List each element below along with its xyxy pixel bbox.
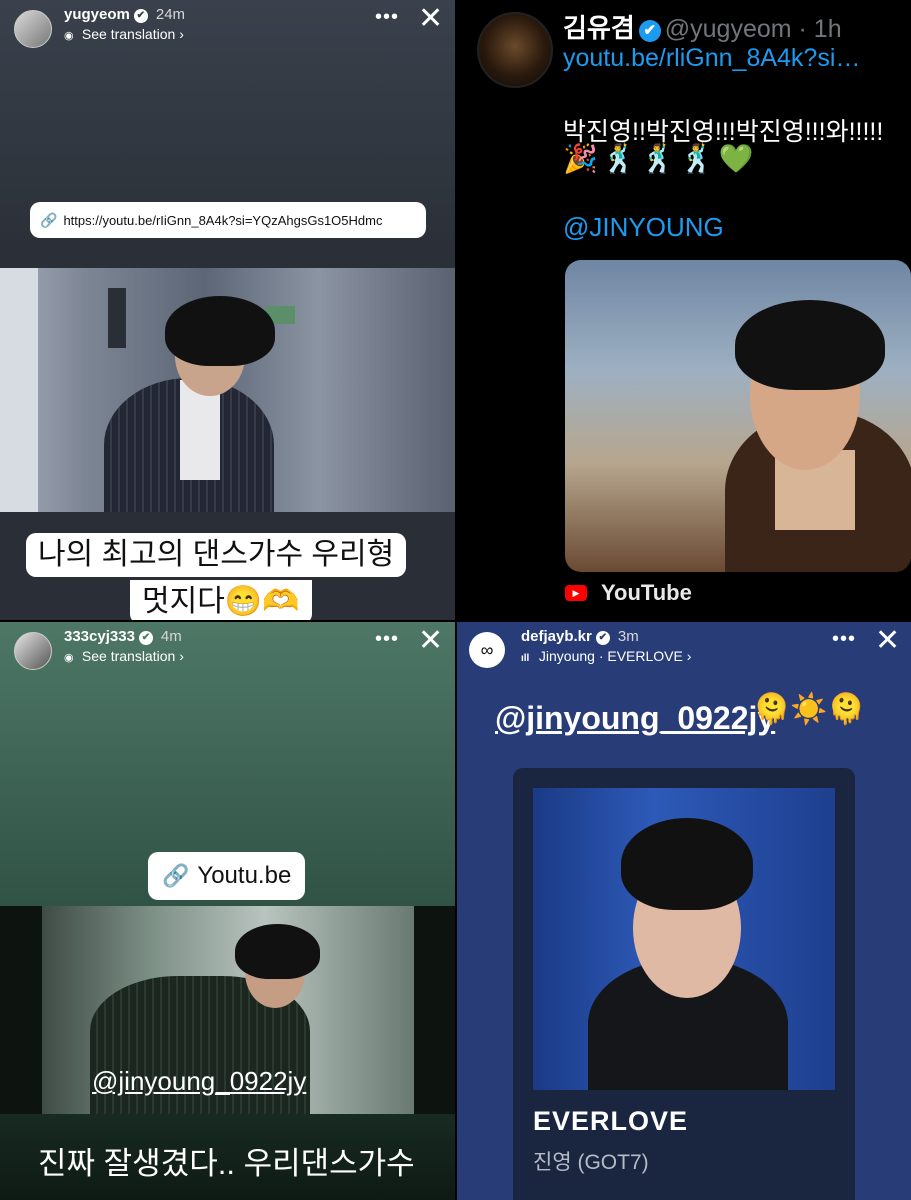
see-translation-label: See translation xyxy=(81,648,176,664)
source-label: YouTube xyxy=(601,580,692,605)
mention-link[interactable]: @JINYOUNG xyxy=(563,212,724,243)
youtube-icon: ▶ xyxy=(565,585,587,601)
link-sticker[interactable]: 🔗 https://youtu.be/rIiGnn_8A4k?si=YQzAhg… xyxy=(30,202,426,238)
emoji-sticker: 🫠☀️🫠 xyxy=(753,693,866,726)
display-name[interactable]: 김유겸 xyxy=(563,13,635,43)
label-logo-avatar[interactable]: ∞ xyxy=(469,632,505,668)
see-translation-link[interactable]: ◉ See translation › xyxy=(64,648,184,664)
tweet-emoji: 🎉🕺🕺🕺💚 xyxy=(563,143,758,174)
close-button[interactable]: ✕ xyxy=(418,4,443,34)
tweet-header[interactable]: 김유겸 ✔ @yugyeom · 1h xyxy=(563,8,842,45)
chevron-right-icon: › xyxy=(686,648,692,664)
story-time: 4m xyxy=(160,628,182,645)
close-button[interactable]: ✕ xyxy=(875,626,900,656)
chevron-right-icon: › xyxy=(179,648,184,664)
story-panel-yugyeom: yugyeom ✔ 24m ◉ See translation › ••• ✕ 🔗 … xyxy=(0,0,455,620)
caption-line-2: 멋지다😁🫶 xyxy=(130,580,312,620)
music-label: Jinyoung · EVERLOVE xyxy=(538,648,683,664)
door-frame xyxy=(0,268,38,512)
story-panel-defjayb: ∞ defjayb.kr ✔ 3m ıll Jinyoung · EVERLOVE … xyxy=(457,622,911,1200)
tweet-panel: 김유겸 ✔ @yugyeom · 1h youtu.be/rliGnn_8A4k?s… xyxy=(457,0,911,620)
username[interactable]: defjayb.kr xyxy=(521,628,592,645)
story-username-row[interactable]: yugyeom ✔ 24m xyxy=(64,6,185,23)
chevron-right-icon: › xyxy=(179,26,184,42)
link-label: Youtu.be xyxy=(197,862,292,889)
translate-icon: ◉ xyxy=(64,652,74,664)
avatar[interactable] xyxy=(14,632,52,670)
person-hair xyxy=(235,924,320,979)
tweet-link[interactable]: youtu.be/rliGnn_8A4k?si… xyxy=(563,44,860,73)
story-time: 24m xyxy=(155,6,186,23)
link-url: https://youtu.be/rIiGnn_8A4k?si=YQzAhgsG… xyxy=(63,212,383,228)
music-attribution-link[interactable]: ıll Jinyoung · EVERLOVE › xyxy=(521,648,691,664)
link-sticker[interactable]: 🔗 Youtu.be xyxy=(148,852,306,900)
close-button[interactable]: ✕ xyxy=(418,626,443,656)
avatar[interactable] xyxy=(477,12,553,88)
person-hair xyxy=(621,818,753,910)
story-caption: 진짜 잘생겼다.. 우리댄스가수 xyxy=(38,1146,415,1181)
username[interactable]: yugyeom xyxy=(64,6,130,23)
more-options-button[interactable]: ••• xyxy=(375,6,399,29)
story-photo xyxy=(0,268,455,512)
verified-icon: ✔ xyxy=(638,20,661,42)
see-translation-link[interactable]: ◉ See translation › xyxy=(64,26,184,42)
album-art xyxy=(533,788,835,1090)
link-icon: 🔗 xyxy=(162,863,190,888)
song-artist: 진영 (GOT7) xyxy=(533,1151,649,1174)
music-share-card[interactable]: EVERLOVE 진영 (GOT7) xyxy=(513,768,855,1200)
see-translation-label: See translation xyxy=(81,26,176,42)
link-source[interactable]: ▶ YouTube xyxy=(565,580,692,606)
link-icon: 🔗 xyxy=(40,211,58,228)
song-title: EVERLOVE xyxy=(533,1106,689,1136)
translate-icon: ◉ xyxy=(64,30,74,42)
story-panel-333cyj333: 333cyj333 ✔ 4m ◉ See translation › ••• ✕ 🔗… xyxy=(0,622,455,1200)
verified-icon: ✔ xyxy=(138,631,153,645)
handle-and-time[interactable]: @yugyeom · 1h xyxy=(665,15,842,43)
mention-tag[interactable]: @jinyoung_0922jy xyxy=(92,1066,306,1097)
story-time: 3m xyxy=(617,628,639,645)
link-preview-card[interactable] xyxy=(565,260,911,572)
person-hair xyxy=(735,300,885,390)
person-hair xyxy=(165,296,275,366)
verified-icon: ✔ xyxy=(133,9,148,23)
story-photo: @jinyoung_0922jy xyxy=(0,906,455,1114)
avatar[interactable] xyxy=(14,10,52,48)
more-options-button[interactable]: ••• xyxy=(832,628,856,651)
music-bars-icon: ıll xyxy=(521,653,530,664)
caption-line-1: 나의 최고의 댄스가수 우리형 xyxy=(26,533,407,577)
mention-tag[interactable]: @jinyoung_0922jy xyxy=(495,700,775,737)
story-username-row[interactable]: 333cyj333 ✔ 4m xyxy=(64,628,182,645)
verified-icon: ✔ xyxy=(595,631,610,645)
story-username-row[interactable]: defjayb.kr ✔ 3m xyxy=(521,628,639,645)
wall-sign xyxy=(108,288,126,348)
username[interactable]: 333cyj333 xyxy=(64,628,135,645)
more-options-button[interactable]: ••• xyxy=(375,628,399,651)
